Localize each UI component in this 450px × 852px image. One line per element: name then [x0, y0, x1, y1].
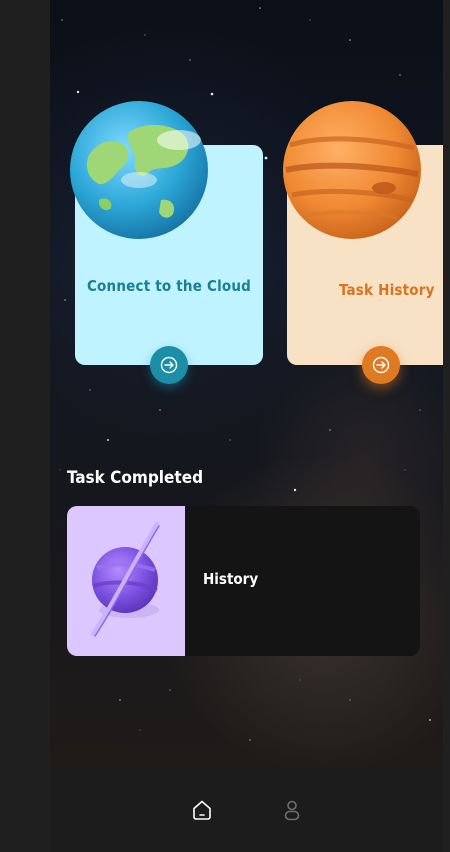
task-history-arrow-button[interactable] [362, 346, 400, 384]
nav-profile-button[interactable] [277, 795, 307, 825]
section-title: Task Completed [67, 468, 204, 488]
home-icon [193, 800, 211, 820]
jupiter-icon [282, 100, 422, 245]
nav-home-button[interactable] [187, 795, 217, 825]
right-rail [443, 0, 450, 852]
arrow-right-icon [160, 356, 178, 374]
saturn-icon [91, 522, 160, 637]
earth-icon [69, 100, 209, 245]
task-label: History [203, 570, 259, 588]
task-item-history[interactable]: History [67, 506, 420, 656]
task-thumb [67, 506, 185, 656]
left-rail [0, 0, 50, 852]
profile-icon [284, 800, 300, 821]
connect-cloud-title: Connect to the Cloud [86, 277, 252, 295]
connect-cloud-arrow-button[interactable] [150, 346, 188, 384]
bottom-nav [50, 767, 443, 852]
task-history-title: Task History [339, 281, 435, 299]
app-screen: Connect to the Cloud Task History Task C… [50, 0, 443, 852]
arrow-right-icon [372, 356, 390, 374]
